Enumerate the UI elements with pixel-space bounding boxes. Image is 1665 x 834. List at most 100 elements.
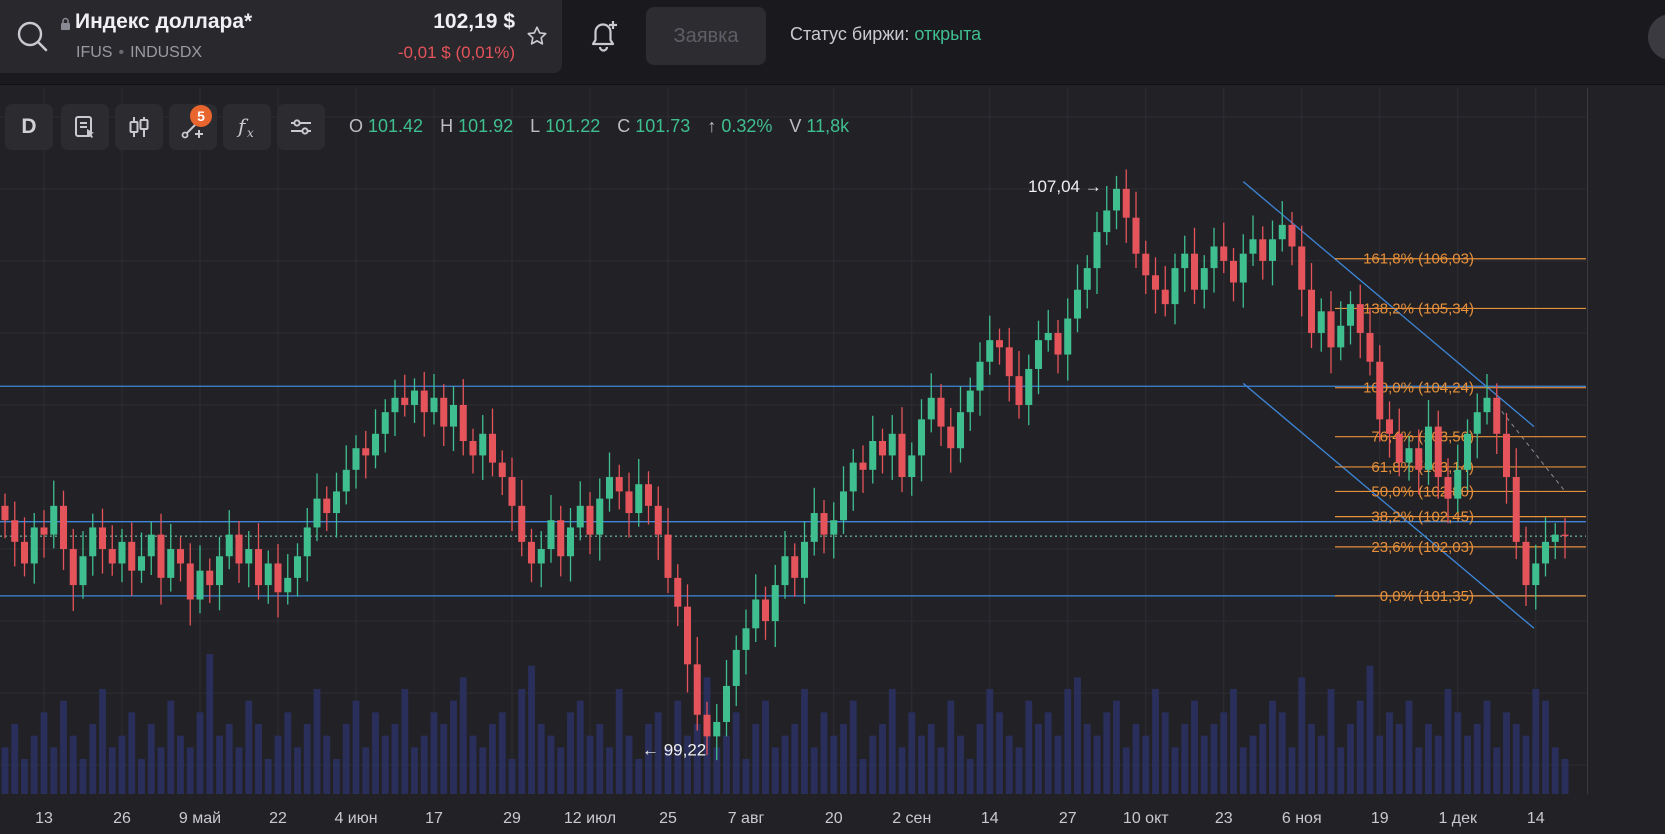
volume-bar <box>323 735 331 794</box>
x-tick-label: 14 <box>1527 810 1545 827</box>
volume-bar <box>752 724 760 794</box>
candle-body <box>1483 397 1491 413</box>
candle-body <box>1044 332 1052 341</box>
alert-bell-icon[interactable] <box>588 17 620 53</box>
candle-body <box>147 534 155 557</box>
volume-bar <box>625 735 633 794</box>
volume-bar <box>391 724 399 794</box>
candle-body <box>1337 325 1345 348</box>
candle-body <box>1463 433 1472 470</box>
candle-body <box>11 520 19 542</box>
indicators-button[interactable]: f x <box>223 104 271 150</box>
price-scale[interactable] <box>1587 88 1665 794</box>
candle-body <box>342 469 350 492</box>
candle-body <box>352 448 360 470</box>
settings-button[interactable] <box>277 104 325 150</box>
volume-bar <box>118 735 126 794</box>
volume-bar <box>21 759 28 794</box>
volume-bar <box>1444 689 1452 794</box>
volume-bar <box>1152 689 1159 794</box>
volume-bar <box>1074 677 1081 794</box>
volume-bar <box>50 747 58 794</box>
candle-body <box>332 491 341 514</box>
candle-body <box>1454 469 1462 499</box>
ohlc-high-label: H <box>440 116 454 136</box>
candle-body <box>732 649 740 686</box>
volume-bar <box>1122 747 1130 794</box>
svg-text:x: x <box>247 126 254 140</box>
volume-bar <box>440 724 448 794</box>
candle-body <box>1005 347 1013 377</box>
search-icon[interactable] <box>14 18 50 54</box>
volume-bar <box>1308 724 1315 794</box>
instrument-card[interactable]: Индекс доллара* IFUS • INDUSDX 102,19 $ -0… <box>0 0 562 73</box>
volume-bar <box>1025 700 1033 794</box>
candle-body <box>995 340 1004 348</box>
volume-bar <box>313 689 321 794</box>
candle-body <box>771 585 779 622</box>
candle-body <box>449 404 458 427</box>
candle-body <box>908 455 916 478</box>
volume-bar <box>1298 677 1306 794</box>
candle-body <box>1444 477 1452 499</box>
volume-bar <box>557 747 565 794</box>
volume-bar <box>469 735 477 794</box>
candle-body <box>1307 289 1316 333</box>
x-tick-label: 12 июл <box>564 810 616 827</box>
interval-button[interactable]: D <box>5 104 53 150</box>
candle-body <box>79 556 87 586</box>
volume-bar <box>596 724 604 794</box>
candle-body <box>1093 232 1101 269</box>
volume-bar <box>1249 735 1257 794</box>
candle-body <box>635 484 643 514</box>
candle-body <box>752 599 760 629</box>
candle-body <box>849 462 857 492</box>
templates-button[interactable] <box>61 104 109 150</box>
candle-body <box>810 513 818 542</box>
candle-body <box>898 433 906 478</box>
x-tick-label: 9 май <box>179 810 221 827</box>
order-button[interactable]: Заявка <box>646 7 766 65</box>
avatar[interactable] <box>1648 14 1665 60</box>
volume-bar <box>1317 735 1325 794</box>
candle-body <box>1327 311 1335 348</box>
volume-bar <box>1093 735 1101 794</box>
candle-body <box>693 664 701 715</box>
candle-body <box>1073 289 1082 319</box>
volume-bar <box>225 724 233 794</box>
volume-bar <box>762 700 769 794</box>
volume-bar <box>1044 712 1052 794</box>
candle-body <box>674 577 682 607</box>
candle-body <box>615 477 623 492</box>
candle-body <box>1025 368 1033 405</box>
x-tick-label: 17 <box>425 810 443 827</box>
volume-bar <box>1113 700 1120 794</box>
price-change: -0,01 $ (0,01%) <box>397 43 515 62</box>
volume-bar <box>1542 700 1549 794</box>
volume-bar <box>216 735 223 794</box>
volume-bar <box>859 759 867 794</box>
candle-body <box>859 462 867 470</box>
candle-body <box>527 541 536 564</box>
volume-bar <box>1064 689 1072 794</box>
candle-body <box>254 549 263 586</box>
candle-body <box>703 714 711 737</box>
star-icon[interactable] <box>526 25 548 47</box>
candle-body <box>1112 188 1121 211</box>
volume-bar <box>1366 665 1374 794</box>
volume-bar <box>1161 712 1169 794</box>
volume-bar <box>1083 724 1091 794</box>
candle-body <box>1502 433 1511 478</box>
candle-body <box>1142 253 1150 276</box>
volume-bar <box>606 747 613 794</box>
volume-bar <box>888 689 896 794</box>
volume-bar <box>615 689 623 794</box>
volume-bar <box>976 724 984 794</box>
volume-bar <box>781 735 789 794</box>
chart-type-button[interactable] <box>115 104 163 150</box>
x-tick-label: 1 дек <box>1438 810 1478 827</box>
x-tick-label: 20 <box>825 810 843 827</box>
candle-body <box>1376 361 1384 420</box>
volume-bar <box>1015 747 1023 794</box>
volume-bar <box>235 747 243 794</box>
